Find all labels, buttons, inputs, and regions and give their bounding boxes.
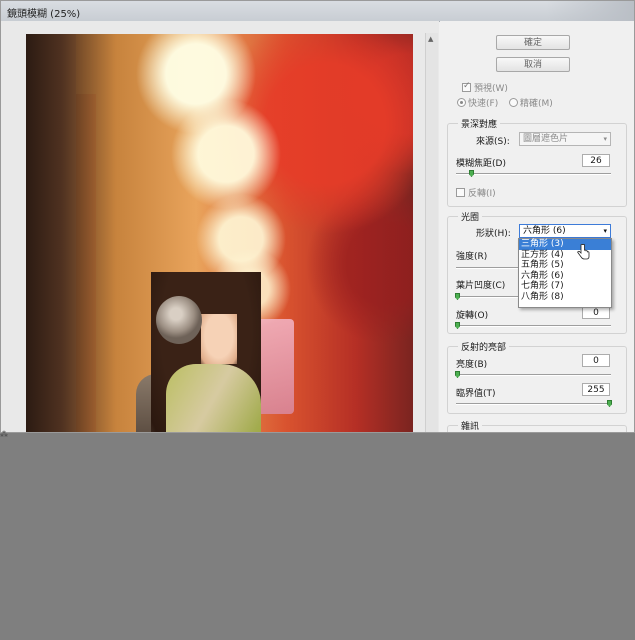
- noise-group: 雜訊: [447, 419, 627, 432]
- scroll-up-arrow-icon[interactable]: ▲: [428, 35, 433, 43]
- source-value: 圖層遮色片: [523, 134, 569, 144]
- brightness-label: 亮度(B): [456, 360, 488, 370]
- invert-checkbox[interactable]: [456, 188, 465, 197]
- shape-select[interactable]: 六角形 (6) ▾: [519, 224, 611, 238]
- shape-dropdown-list[interactable]: 三角形 (3) 正方形 (4) 五角形 (5) 六角形 (6) 七角形 (7) …: [518, 238, 612, 308]
- window-controls[interactable]: [546, 1, 634, 21]
- source-select[interactable]: 圖層遮色片 ▾: [519, 132, 611, 146]
- hand-cursor-icon: [577, 244, 590, 260]
- preview-image[interactable]: [26, 34, 413, 432]
- fast-label: 快速(F): [468, 99, 499, 109]
- shape-option[interactable]: 八角形 (8): [519, 292, 611, 303]
- image-doorframe: [26, 34, 76, 432]
- shape-option[interactable]: 五角形 (5): [519, 260, 611, 271]
- shape-label: 形狀(H):: [476, 229, 511, 239]
- shape-option[interactable]: 三角形 (3): [519, 239, 611, 250]
- shape-option[interactable]: 六角形 (6): [519, 271, 611, 282]
- shape-value: 六角形 (6): [523, 226, 566, 236]
- resize-grip-icon[interactable]: ⁂: [0, 430, 8, 439]
- radius-label: 強度(R): [456, 252, 488, 262]
- chevron-down-icon: ▾: [603, 135, 607, 143]
- noise-title: 雜訊: [458, 419, 483, 432]
- image-face: [201, 314, 237, 364]
- ok-button[interactable]: 確定: [496, 35, 570, 50]
- threshold-input[interactable]: 255: [582, 383, 610, 396]
- image-earmuff: [156, 296, 202, 344]
- image-doorframe-light: [76, 94, 96, 432]
- source-label: 來源(S):: [476, 137, 510, 147]
- threshold-slider[interactable]: [456, 403, 611, 405]
- invert-label: 反轉(I): [468, 189, 496, 199]
- shape-option[interactable]: 七角形 (7): [519, 281, 611, 292]
- preview-checkbox[interactable]: [462, 81, 471, 92]
- rotation-label: 旋轉(O): [456, 311, 489, 321]
- iris-title: 光圈: [458, 210, 483, 223]
- blur-focal-slider[interactable]: [456, 173, 611, 175]
- blur-focal-input[interactable]: 26: [582, 154, 610, 167]
- threshold-label: 臨界值(T): [456, 389, 496, 399]
- blade-curvature-label: 葉片凹度(C): [456, 281, 506, 291]
- chevron-down-icon: ▾: [603, 227, 607, 235]
- title-bar[interactable]: 鏡頭模糊 (25%): [1, 1, 634, 22]
- lens-blur-dialog: 鏡頭模糊 (25%) ▲ 確定 取消 預視(W) 快速(F) 精確(M) 景深對…: [0, 0, 635, 433]
- window-title: 鏡頭模糊 (25%): [7, 9, 81, 20]
- cancel-button[interactable]: 取消: [496, 57, 570, 72]
- brightness-input[interactable]: 0: [582, 354, 610, 367]
- preview-scrollbar[interactable]: ▲: [425, 33, 438, 432]
- image-sign: [256, 319, 294, 414]
- accurate-radio[interactable]: [509, 98, 518, 107]
- blur-focal-label: 模糊焦距(D): [456, 159, 506, 169]
- depth-map-title: 景深對應: [458, 117, 501, 130]
- rotation-slider[interactable]: [456, 325, 611, 327]
- brightness-slider[interactable]: [456, 374, 611, 376]
- preview-label: 預視(W): [474, 84, 508, 94]
- fast-radio[interactable]: [457, 98, 466, 107]
- settings-panel: 確定 取消 預視(W) 快速(F) 精確(M) 景深對應 來源(S): 圖層遮色…: [440, 21, 634, 432]
- shape-option[interactable]: 正方形 (4): [519, 250, 611, 261]
- specular-title: 反射的亮部: [458, 340, 510, 353]
- image-scarf: [166, 364, 261, 432]
- accurate-label: 精確(M): [520, 99, 553, 109]
